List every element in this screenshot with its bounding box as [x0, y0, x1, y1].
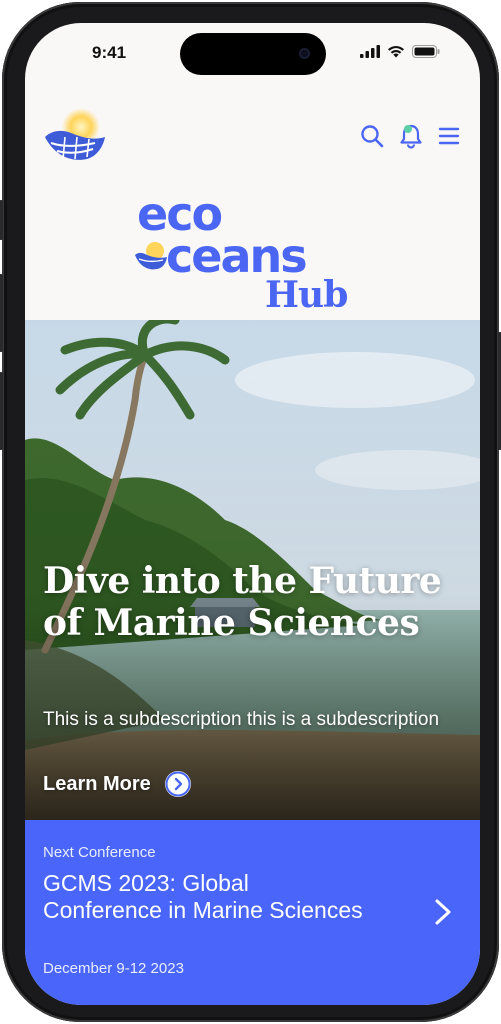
screen: 9:41 eco ceans Hub Dive into the Future … [25, 23, 480, 1005]
menu-icon[interactable] [438, 126, 460, 146]
brand-logo-icon [135, 242, 167, 270]
chevron-right-icon[interactable] [434, 898, 452, 926]
chevron-right-circle-icon[interactable] [164, 771, 191, 797]
hero-subtitle: This is a subdescription this is a subde… [43, 709, 440, 730]
action-button [0, 200, 3, 240]
learn-more-label: Learn More [43, 772, 151, 795]
learn-more-link[interactable]: Learn More [43, 771, 191, 797]
battery-icon [412, 45, 440, 58]
signal-icon [360, 45, 380, 58]
logo-icon [45, 108, 105, 160]
volume-up-button [0, 274, 3, 352]
next-conference-card[interactable]: Next Conference GCMS 2023: Global Confer… [25, 820, 480, 1005]
phone-frame: 9:41 eco ceans Hub Dive into the Future … [0, 2, 501, 1022]
bell-icon[interactable] [399, 123, 423, 149]
hero-title: Dive into the Future of Marine Sciences [43, 560, 442, 644]
volume-down-button [0, 372, 3, 450]
dynamic-island [180, 33, 326, 75]
brand-line-2: ceans [166, 229, 308, 283]
conference-date: December 9-12 2023 [43, 960, 184, 977]
wifi-icon [388, 46, 404, 58]
logo[interactable] [41, 107, 111, 176]
hero-banner: Dive into the Future of Marine Sciences … [25, 320, 480, 820]
search-icon[interactable] [360, 124, 384, 148]
status-icons [360, 45, 440, 58]
status-time: 9:41 [92, 43, 127, 62]
brand-wordmark: eco ceans Hub [133, 191, 373, 321]
brand-line-3: Hub [265, 274, 348, 316]
header-actions [360, 123, 460, 149]
conference-title: GCMS 2023: Global Conference in Marine S… [43, 870, 363, 923]
conference-kicker: Next Conference [43, 844, 156, 861]
